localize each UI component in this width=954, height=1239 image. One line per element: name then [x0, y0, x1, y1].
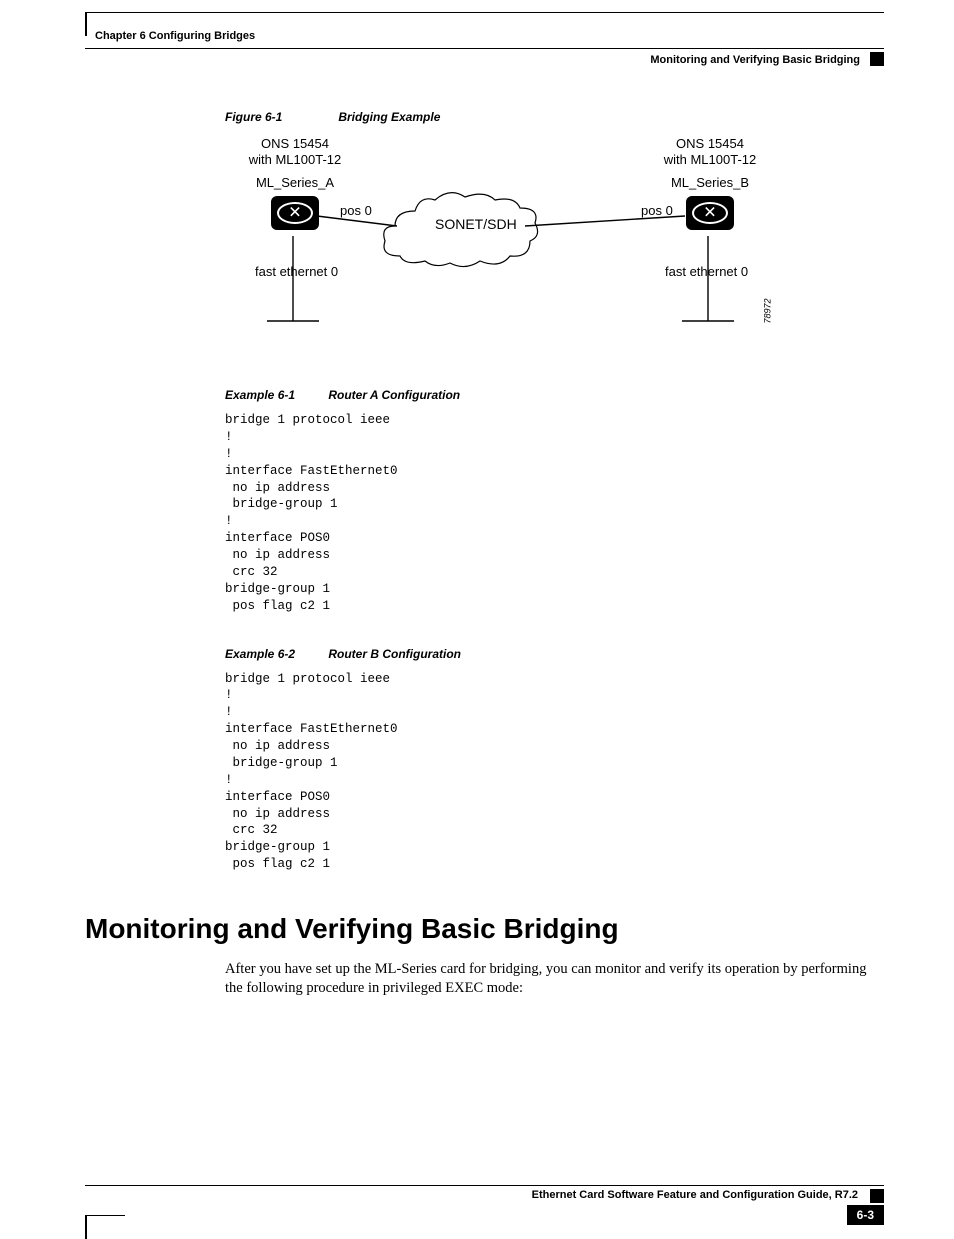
figure-diagram: ONS 15454 with ML100T-12 ML_Series_A ONS… [225, 136, 785, 356]
section-body: After you have set up the ML-Series card… [225, 960, 884, 999]
example-b-code: bridge 1 protocol ieee ! ! interface Fas… [225, 671, 884, 874]
node-right-line2: with ML100T-12 [664, 152, 757, 167]
header-section: Monitoring and Verifying Basic Bridging [650, 54, 860, 66]
header-rule-2 [85, 48, 884, 49]
page-number-badge: 6-3 [847, 1205, 884, 1225]
node-left-line1: ONS 15454 [261, 136, 329, 151]
example-a-code: bridge 1 protocol ieee ! ! interface Fas… [225, 412, 884, 615]
switch-icon [686, 196, 734, 230]
figure-id: 78972 [763, 298, 773, 323]
footer-page-number: 6-3 [847, 1205, 884, 1225]
example-b-title: Router B Configuration [328, 647, 461, 661]
figure-caption: Figure 6-1 Bridging Example [225, 110, 884, 124]
header-chapter: Chapter 6 Configuring Bridges [95, 30, 255, 42]
cloud-label: SONET/SDH [435, 216, 517, 232]
node-left-line2: with ML100T-12 [249, 152, 342, 167]
fe-right-label: fast ethernet 0 [665, 264, 748, 279]
example-b-caption: Example 6-2 Router B Configuration [225, 647, 884, 661]
section-heading: Monitoring and Verifying Basic Bridging [85, 913, 884, 945]
example-b-label: Example 6-2 [225, 647, 325, 661]
footer-left-mark-icon [85, 1215, 87, 1239]
footer: Ethernet Card Software Feature and Confi… [85, 1185, 884, 1201]
example-a-title: Router A Configuration [328, 388, 460, 402]
fe-left-label: fast ethernet 0 [255, 264, 338, 279]
pos-right-label: pos 0 [641, 203, 673, 218]
header-rule-top [85, 12, 884, 13]
figure-title: Bridging Example [338, 110, 440, 124]
footer-book-title: Ethernet Card Software Feature and Confi… [85, 1189, 884, 1201]
figure-label: Figure 6-1 [225, 110, 335, 124]
example-a-caption: Example 6-1 Router A Configuration [225, 388, 884, 402]
switch-icon [271, 196, 319, 230]
example-a-label: Example 6-1 [225, 388, 325, 402]
footer-rule [85, 1185, 884, 1186]
node-right-line1: ONS 15454 [676, 136, 744, 151]
pos-left-label: pos 0 [340, 203, 372, 218]
node-left-name: ML_Series_A [225, 175, 365, 190]
header-block-icon [870, 52, 884, 66]
node-right-name: ML_Series_B [635, 175, 785, 190]
